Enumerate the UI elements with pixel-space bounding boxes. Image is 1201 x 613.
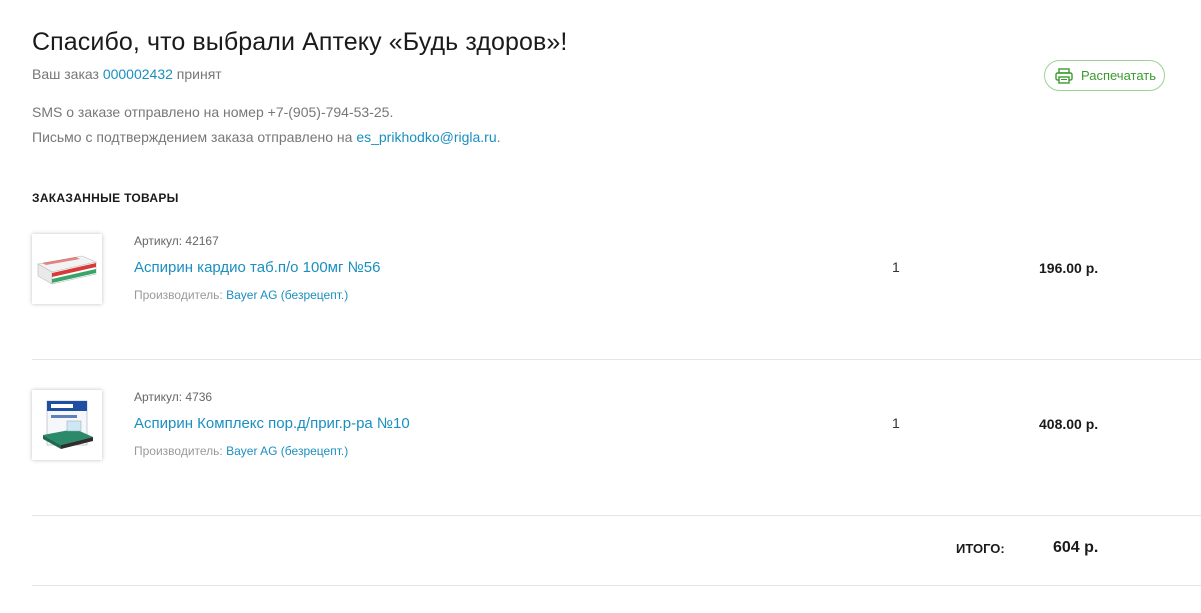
item-quantity: 1 xyxy=(892,259,900,275)
order-confirmation-line: Ваш заказ 000002432 принят xyxy=(32,66,222,82)
item-price: 408.00 р. xyxy=(1039,416,1099,432)
item-price: 196.00 р. xyxy=(1039,260,1099,276)
item-sku: Артикул: 42167 xyxy=(134,234,219,248)
order-suffix: принят xyxy=(176,66,222,82)
print-button[interactable]: Распечатать xyxy=(1044,60,1165,91)
aspirin-complex-box-image xyxy=(43,400,93,449)
aspirin-cardio-box-image xyxy=(37,255,97,285)
row-divider xyxy=(32,359,1201,360)
item-manufacturer: Производитель: Bayer AG (безрецепт.) xyxy=(134,444,348,458)
bottom-divider xyxy=(32,585,1201,586)
manufacturer-label: Производитель: xyxy=(134,288,223,302)
total-value: 604 р. xyxy=(1053,539,1099,556)
email-notice: Письмо с подтверждением заказа отправлен… xyxy=(32,129,501,145)
email-notice-prefix: Письмо с подтверждением заказа отправлен… xyxy=(32,129,353,145)
row-divider xyxy=(32,515,1201,516)
email-notice-suffix: . xyxy=(496,129,501,145)
order-prefix: Ваш заказ xyxy=(32,66,99,82)
item-manufacturer: Производитель: Bayer AG (безрецепт.) xyxy=(134,288,348,302)
product-image[interactable] xyxy=(32,234,102,304)
manufacturer-link[interactable]: Bayer AG (безрецепт.) xyxy=(226,288,348,302)
manufacturer-link[interactable]: Bayer AG (безрецепт.) xyxy=(226,444,348,458)
order-item: Артикул: 4736 Аспирин Комплекс пор.д/при… xyxy=(32,388,1201,544)
total-label: ИТОГО: xyxy=(956,541,1005,556)
sms-notice: SMS о заказе отправлено на номер +7-(905… xyxy=(32,104,394,120)
email-link[interactable]: es_prikhodko@rigla.ru xyxy=(356,129,496,145)
page-title: Спасибо, что выбрали Аптеку «Будь здоров… xyxy=(32,28,568,56)
ordered-items-heading: ЗАКАЗАННЫЕ ТОВАРЫ xyxy=(32,191,179,205)
printer-icon xyxy=(1055,67,1073,84)
order-item: Артикул: 42167 Аспирин кардио таб.п/о 10… xyxy=(32,232,1201,388)
product-name-link[interactable]: Аспирин Комплекс пор.д/приг.р-ра №10 xyxy=(134,415,410,432)
manufacturer-label: Производитель: xyxy=(134,444,223,458)
product-name-link[interactable]: Аспирин кардио таб.п/о 100мг №56 xyxy=(134,259,380,276)
order-number-link[interactable]: 000002432 xyxy=(103,66,173,82)
item-sku: Артикул: 4736 xyxy=(134,390,213,404)
print-button-label: Распечатать xyxy=(1081,68,1157,83)
product-image[interactable] xyxy=(32,390,102,460)
item-quantity: 1 xyxy=(892,415,900,431)
